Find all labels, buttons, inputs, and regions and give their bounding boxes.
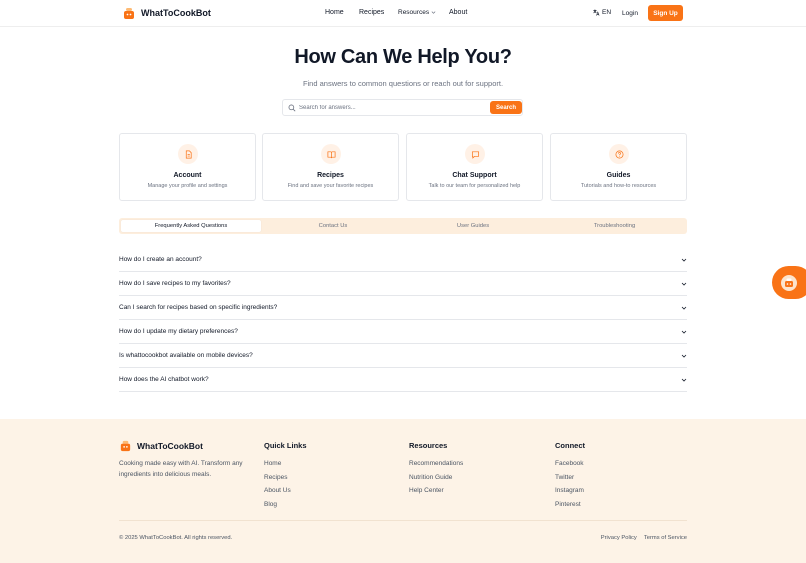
card-title: Guides [606,172,631,179]
faq-item[interactable]: How does the AI chatbot work? [119,368,687,392]
chevron-down-icon [681,330,687,334]
book-icon [327,150,335,158]
card-guides[interactable]: Guides Tutorials and how-to resources [550,133,687,201]
card-title: Account [173,172,202,179]
search-icon [288,104,296,112]
help-search-bar: Search [282,99,523,116]
translate-icon [593,9,600,16]
help-tabs: Frequently Asked Questions Contact Us Us… [119,218,687,234]
footer-column-title: Connect [555,441,585,450]
footer-legal-links: Privacy Policy Terms of Service [601,535,687,541]
tab-user-guides[interactable]: User Guides [403,220,543,232]
terms-of-service-link[interactable]: Terms of Service [644,535,687,541]
card-icon-wrap [609,144,629,164]
tab-faq[interactable]: Frequently Asked Questions [121,220,261,232]
search-input[interactable] [299,102,484,114]
footer-quick-links: Quick Links Home Recipes About Us Blog [264,441,307,511]
footer-brand-name: WhatToCookBot [137,440,203,451]
footer-link-blog[interactable]: Blog [264,498,307,512]
card-title: Chat Support [452,172,497,179]
faq-item[interactable]: How do I create an account? [119,248,687,272]
brand-logo[interactable]: WhatToCookBot [122,6,211,20]
site-header: WhatToCookBot Home Recipes Resources Abo… [0,0,806,27]
faq-question: Is whattocookbot available on mobile dev… [119,352,253,359]
footer-link-recipes[interactable]: Recipes [264,471,307,485]
site-footer: WhatToCookBot Cooking made easy with AI.… [0,419,806,563]
nav-resources-label: Resources [398,9,430,16]
card-title: Recipes [317,172,344,179]
card-description: Talk to our team for personalized help [428,183,521,189]
faq-list: How do I create an account? How do I sav… [119,248,687,392]
footer-resources: Resources Recommendations Nutrition Guid… [409,441,463,498]
nav-about[interactable]: About [449,9,467,16]
faq-item[interactable]: Can I search for recipes based on specif… [119,296,687,320]
chevron-down-icon [431,11,436,14]
card-icon-wrap [465,144,485,164]
help-circle-icon [615,150,623,158]
footer-link-help-center[interactable]: Help Center [409,484,463,498]
footer-link-instagram[interactable]: Instagram [555,484,585,498]
search-button[interactable]: Search [490,101,522,114]
footer-brand-logo[interactable]: WhatToCookBot [119,439,203,452]
nav-recipes[interactable]: Recipes [359,9,384,16]
card-recipes[interactable]: Recipes Find and save your favorite reci… [262,133,399,201]
language-switcher[interactable]: EN [593,9,611,16]
card-icon-wrap [321,144,341,164]
faq-question: How do I create an account? [119,256,202,263]
brand-name: WhatToCookBot [141,8,211,18]
footer-column-title: Resources [409,441,448,450]
nav-home[interactable]: Home [325,9,344,16]
card-chat-support[interactable]: Chat Support Talk to our team for person… [406,133,543,201]
footer-link-recommendations[interactable]: Recommendations [409,457,463,471]
chevron-down-icon [681,306,687,310]
chat-bubble-icon [471,150,479,159]
card-description: Manage your profile and settings [147,183,228,189]
faq-question: Can I search for recipes based on specif… [119,304,278,311]
page-subtitle: Find answers to common questions or reac… [302,79,504,88]
nav-resources[interactable]: Resources [398,9,436,16]
card-description: Find and save your favorite recipes [287,183,374,189]
footer-link-twitter[interactable]: Twitter [555,471,585,485]
chevron-down-icon [681,378,687,382]
chef-pot-icon [120,440,131,452]
footer-tagline: Cooking made easy with AI. Transform any… [119,460,243,478]
faq-item[interactable]: Is whattocookbot available on mobile dev… [119,344,687,368]
faq-question: How do I update my dietary preferences? [119,328,238,335]
chatbot-launcher-button[interactable] [772,266,806,299]
privacy-policy-link[interactable]: Privacy Policy [601,535,637,541]
footer-link-about-us[interactable]: About Us [264,484,307,498]
tab-troubleshooting[interactable]: Troubleshooting [544,220,685,232]
chef-pot-icon [124,8,134,19]
tab-contact-us[interactable]: Contact Us [263,220,403,232]
chevron-down-icon [681,258,687,262]
faq-item[interactable]: How do I save recipes to my favorites? [119,272,687,296]
faq-question: How do I save recipes to my favorites? [119,280,231,287]
login-button[interactable]: Login [617,6,643,21]
footer-link-nutrition-guide[interactable]: Nutrition Guide [409,471,463,485]
faq-question: How does the AI chatbot work? [119,376,209,383]
signup-button[interactable]: Sign Up [648,5,683,21]
chevron-down-icon [681,282,687,286]
faq-item[interactable]: How do I update my dietary preferences? [119,320,687,344]
card-icon-wrap [178,144,198,164]
document-icon [185,150,192,158]
card-description: Tutorials and how-to resources [580,183,657,189]
footer-link-home[interactable]: Home [264,457,307,471]
card-account[interactable]: Account Manage your profile and settings [119,133,256,201]
chevron-down-icon [681,354,687,358]
footer-copyright: © 2025 WhatToCookBot. All rights reserve… [119,535,233,541]
language-label: EN [602,9,612,16]
footer-link-pinterest[interactable]: Pinterest [555,498,585,512]
footer-link-facebook[interactable]: Facebook [555,457,585,471]
page-title: How Can We Help You? [294,46,512,68]
chef-bot-icon [781,274,797,291]
footer-column-title: Quick Links [264,441,307,450]
footer-connect: Connect Facebook Twitter Instagram Pinte… [555,441,585,511]
footer-divider [119,520,687,521]
